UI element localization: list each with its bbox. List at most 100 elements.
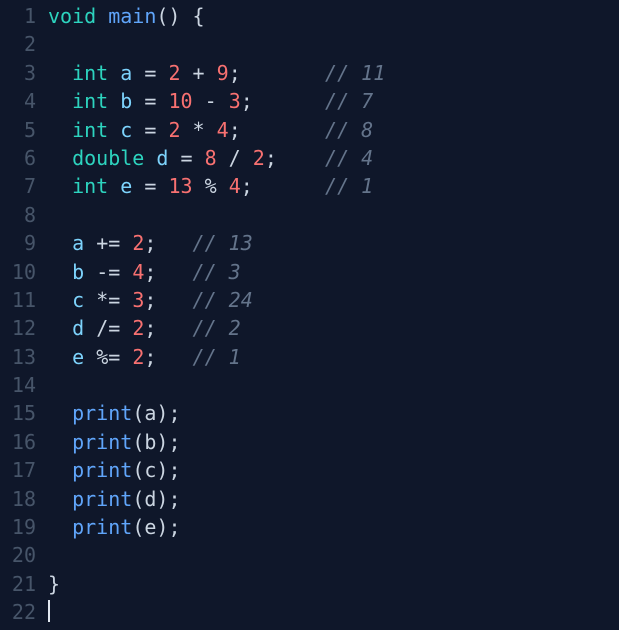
token-op: * [193, 118, 205, 142]
line-number: 20 [0, 541, 36, 569]
token-num: 3 [229, 89, 241, 113]
token-num: 2 [253, 146, 265, 170]
token-var: b [144, 430, 156, 454]
line-number: 18 [0, 485, 36, 513]
code-editor[interactable]: 12345678910111213141516171819202122 void… [0, 0, 619, 630]
token-op: = [144, 61, 156, 85]
token-fn: print [72, 515, 132, 539]
token-var-decl: e [72, 345, 84, 369]
token-op: / [229, 146, 241, 170]
code-line[interactable]: print(b); [48, 428, 619, 456]
token-num: 2 [168, 61, 180, 85]
line-number: 16 [0, 428, 36, 456]
code-line[interactable]: print(a); [48, 399, 619, 427]
token-punc: ( [132, 430, 144, 454]
line-number: 14 [0, 371, 36, 399]
token-cmt: // 11 [325, 61, 385, 85]
token-punc: ); [156, 515, 180, 539]
token-var-decl: e [120, 174, 132, 198]
token-kw: int [72, 118, 108, 142]
code-line[interactable]: double d = 8 / 2; // 4 [48, 144, 619, 172]
token-op: = [144, 118, 156, 142]
code-area[interactable]: void main() { int a = 2 + 9; // 11 int b… [42, 2, 619, 630]
token-num: 2 [132, 345, 144, 369]
code-line[interactable]: } [48, 570, 619, 598]
code-line[interactable]: c *= 3; // 24 [48, 286, 619, 314]
line-number: 1 [0, 2, 36, 30]
token-op: -= [96, 260, 120, 284]
code-line[interactable]: int b = 10 - 3; // 7 [48, 87, 619, 115]
token-punc: ; [144, 316, 156, 340]
token-punc: ); [156, 430, 180, 454]
token-var: e [144, 515, 156, 539]
code-line[interactable] [48, 598, 619, 626]
code-line[interactable]: a += 2; // 13 [48, 229, 619, 257]
token-op: %= [96, 345, 120, 369]
line-number: 15 [0, 399, 36, 427]
token-num: 13 [168, 174, 192, 198]
code-line[interactable] [48, 30, 619, 58]
token-var: d [144, 487, 156, 511]
line-number: 5 [0, 116, 36, 144]
code-line[interactable]: print(e); [48, 513, 619, 541]
token-op: + [193, 61, 205, 85]
token-fn: print [72, 458, 132, 482]
token-var: a [144, 401, 156, 425]
token-op: += [96, 231, 120, 255]
code-line[interactable] [48, 201, 619, 229]
token-var-decl: d [156, 146, 168, 170]
code-line[interactable]: print(d); [48, 485, 619, 513]
token-num: 3 [132, 288, 144, 312]
token-punc: ; [229, 61, 241, 85]
token-punc: ; [144, 345, 156, 369]
code-line[interactable]: void main() { [48, 2, 619, 30]
code-line[interactable]: int e = 13 % 4; // 1 [48, 172, 619, 200]
token-op: - [205, 89, 217, 113]
line-number: 2 [0, 30, 36, 58]
token-cmt: // 3 [193, 260, 241, 284]
token-punc: { [193, 4, 205, 28]
token-punc: ; [144, 231, 156, 255]
code-line[interactable] [48, 371, 619, 399]
line-number: 3 [0, 59, 36, 87]
token-op: /= [96, 316, 120, 340]
code-line[interactable]: b -= 4; // 3 [48, 258, 619, 286]
token-var: c [144, 458, 156, 482]
token-cmt: // 13 [193, 231, 253, 255]
token-punc: ; [241, 89, 253, 113]
code-line[interactable]: d /= 2; // 2 [48, 314, 619, 342]
token-op: = [144, 89, 156, 113]
token-cmt: // 7 [325, 89, 373, 113]
token-op: *= [96, 288, 120, 312]
token-cmt: // 1 [325, 174, 373, 198]
token-num: 2 [168, 118, 180, 142]
token-fn: main [108, 4, 156, 28]
token-var-decl: d [72, 316, 84, 340]
token-cmt: // 4 [325, 146, 373, 170]
code-line[interactable]: e %= 2; // 1 [48, 343, 619, 371]
token-num: 2 [132, 316, 144, 340]
token-fn: print [72, 430, 132, 454]
token-punc: } [48, 572, 60, 596]
token-var-decl: b [120, 89, 132, 113]
token-num: 10 [168, 89, 192, 113]
token-punc: ; [144, 260, 156, 284]
token-num: 8 [205, 146, 217, 170]
token-punc: ; [229, 118, 241, 142]
line-number: 19 [0, 513, 36, 541]
token-op: = [180, 146, 192, 170]
text-cursor [48, 600, 50, 622]
line-number: 12 [0, 314, 36, 342]
line-number: 21 [0, 570, 36, 598]
token-num: 4 [217, 118, 229, 142]
token-num: 2 [132, 231, 144, 255]
code-line[interactable]: int a = 2 + 9; // 11 [48, 59, 619, 87]
token-var-decl: b [72, 260, 84, 284]
line-number: 10 [0, 258, 36, 286]
line-number: 13 [0, 343, 36, 371]
code-line[interactable]: print(c); [48, 456, 619, 484]
code-line[interactable] [48, 541, 619, 569]
token-var-decl: a [72, 231, 84, 255]
token-punc: ; [265, 146, 277, 170]
code-line[interactable]: int c = 2 * 4; // 8 [48, 116, 619, 144]
